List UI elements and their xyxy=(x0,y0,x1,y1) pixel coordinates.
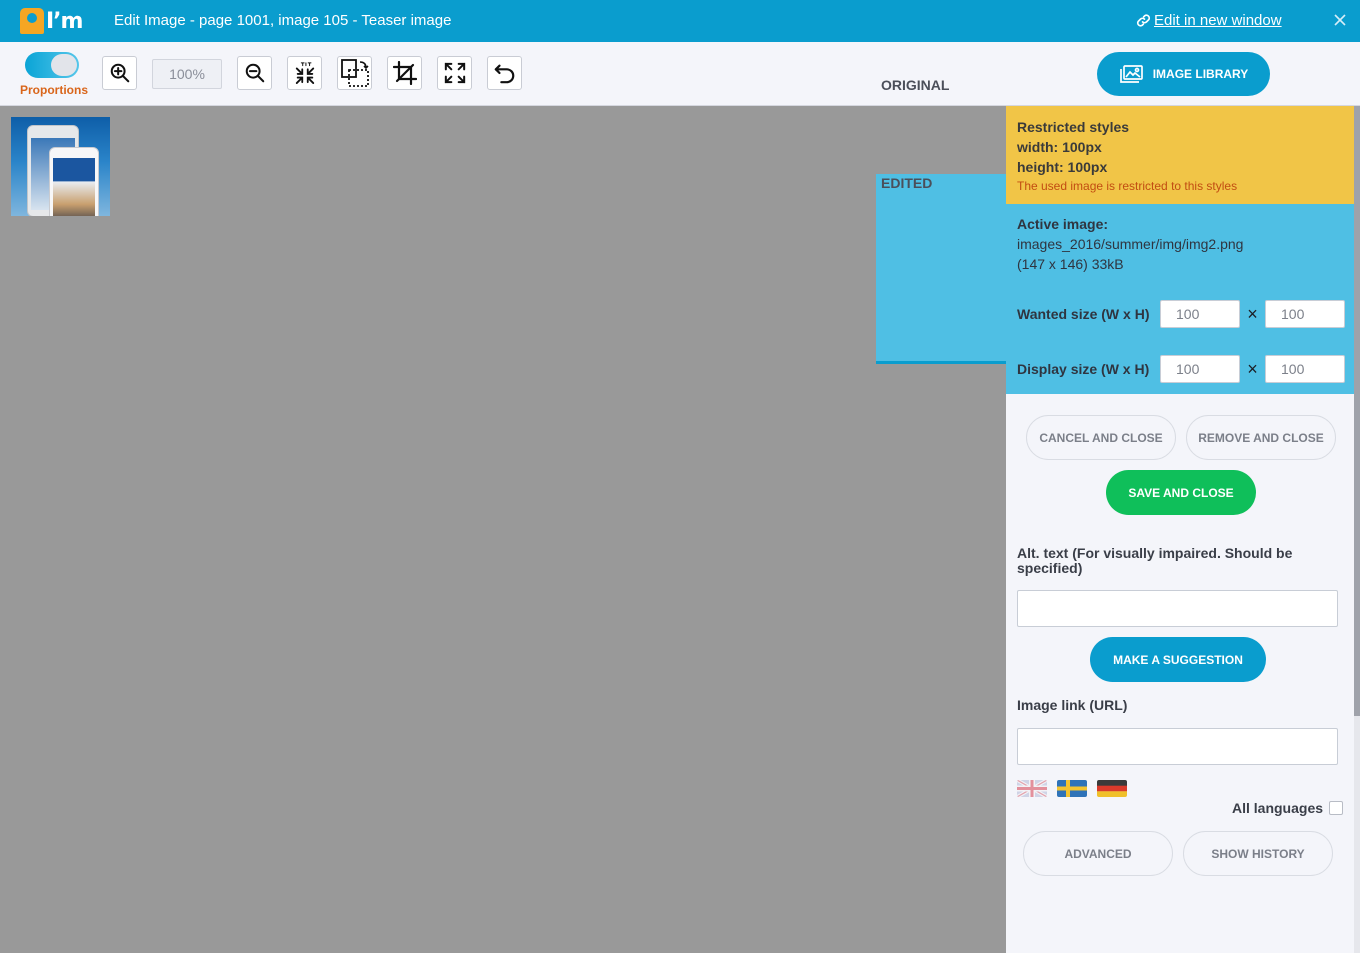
undo-button[interactable] xyxy=(487,56,522,90)
edited-image-preview[interactable] xyxy=(11,117,110,216)
close-icon[interactable] xyxy=(1332,12,1348,28)
cancel-and-close-button[interactable]: CANCEL AND CLOSE xyxy=(1026,415,1176,460)
proportions-toggle-group: Proportions xyxy=(20,52,90,97)
fullscreen-button[interactable] xyxy=(437,56,472,90)
phone-graphic-front xyxy=(49,147,99,216)
logo-text: I’m xyxy=(46,8,83,34)
alt-text-label: Alt. text (For visually impaired. Should… xyxy=(1017,545,1293,576)
all-languages-option: All languages xyxy=(1232,800,1344,816)
zoom-out-icon xyxy=(245,63,264,83)
advanced-button[interactable]: ADVANCED xyxy=(1023,831,1173,876)
zoom-level-field[interactable]: 100% xyxy=(152,59,222,89)
image-library-icon xyxy=(1119,65,1143,83)
proportions-toggle[interactable] xyxy=(25,52,79,78)
window-title: Edit Image - page 1001, image 105 - Teas… xyxy=(114,12,452,29)
wanted-width-input[interactable]: 100 xyxy=(1160,300,1240,328)
title-bar: I’m Edit Image - page 1001, image 105 - … xyxy=(0,0,1360,42)
all-languages-checkbox[interactable] xyxy=(1329,801,1344,815)
times-icon: × xyxy=(1247,303,1258,324)
image-link-input[interactable] xyxy=(1017,728,1338,765)
resize-canvas-button[interactable] xyxy=(337,56,372,90)
swedish-flag-icon[interactable] xyxy=(1057,780,1087,797)
times-icon: × xyxy=(1247,358,1258,379)
restricted-height: height: 100px xyxy=(1017,159,1108,175)
scrollbar-thumb[interactable] xyxy=(1354,106,1360,716)
restricted-styles-box: Restricted styles width: 100px height: 1… xyxy=(1006,106,1354,204)
logo-mark-icon xyxy=(20,8,44,34)
fit-icon xyxy=(295,62,314,85)
phone-front-screen xyxy=(53,158,95,216)
remove-and-close-button[interactable]: REMOVE AND CLOSE xyxy=(1186,415,1336,460)
active-image-path: images_2016/summer/img/img2.png xyxy=(1017,236,1244,252)
crop-button[interactable] xyxy=(387,56,422,90)
image-library-label: IMAGE LIBRARY xyxy=(1152,67,1249,81)
image-link-label: Image link (URL) xyxy=(1017,697,1128,713)
properties-panel: Restricted styles width: 100px height: 1… xyxy=(1006,106,1354,953)
fullscreen-icon xyxy=(444,62,465,84)
display-size-row: Display size (W x H) 100 × 100 xyxy=(1017,355,1345,383)
zoom-in-icon xyxy=(110,63,129,83)
wanted-height-input[interactable]: 100 xyxy=(1265,300,1345,328)
save-and-close-button[interactable]: SAVE AND CLOSE xyxy=(1106,470,1256,515)
display-width-input[interactable]: 100 xyxy=(1160,355,1240,383)
display-size-label: Display size (W x H) xyxy=(1017,361,1150,377)
language-flags xyxy=(1017,780,1127,797)
edit-link-label: Edit in new window xyxy=(1154,12,1282,29)
active-image-box: Active image: images_2016/summer/img/img… xyxy=(1006,204,1354,394)
tab-original[interactable]: ORIGINAL xyxy=(876,76,954,99)
restricted-note: The used image is restricted to this sty… xyxy=(1017,179,1238,193)
link-icon xyxy=(1136,14,1151,27)
display-height-input[interactable]: 100 xyxy=(1265,355,1345,383)
active-image-meta: (147 x 146) 33kB xyxy=(1017,256,1124,272)
wanted-size-label: Wanted size (W x H) xyxy=(1017,306,1150,322)
restricted-width: width: 100px xyxy=(1017,139,1102,155)
toolbar: Proportions 100% EDITED ORIGINAL IMAGE L… xyxy=(0,42,1360,364)
app-logo: I’m xyxy=(20,6,83,36)
german-flag-icon[interactable] xyxy=(1097,780,1127,797)
active-image-label: Active image: xyxy=(1017,216,1109,232)
panel-scrollbar[interactable] xyxy=(1354,106,1360,953)
zoom-out-button[interactable] xyxy=(237,56,272,90)
english-flag-icon[interactable] xyxy=(1017,780,1047,797)
all-languages-label: All languages xyxy=(1232,800,1324,816)
proportions-label: Proportions xyxy=(20,83,88,97)
wanted-size-row: Wanted size (W x H) 100 × 100 xyxy=(1017,300,1345,328)
image-library-button[interactable]: IMAGE LIBRARY xyxy=(1097,52,1270,96)
restricted-title: Restricted styles xyxy=(1017,119,1130,135)
view-tabs: EDITED ORIGINAL xyxy=(876,76,1224,364)
crop-icon xyxy=(392,61,417,85)
make-suggestion-button[interactable]: MAKE A SUGGESTION xyxy=(1090,637,1266,682)
undo-icon xyxy=(494,64,514,84)
toggle-knob xyxy=(51,54,77,76)
zoom-in-button[interactable] xyxy=(102,56,137,90)
edit-in-new-window-link[interactable]: Edit in new window xyxy=(1136,12,1282,29)
show-history-button[interactable]: SHOW HISTORY xyxy=(1183,831,1333,876)
resize-canvas-icon xyxy=(340,59,369,87)
fit-button[interactable] xyxy=(287,56,322,90)
active-image-info: Active image: images_2016/summer/img/img… xyxy=(1017,214,1243,274)
alt-text-input[interactable] xyxy=(1017,590,1338,627)
